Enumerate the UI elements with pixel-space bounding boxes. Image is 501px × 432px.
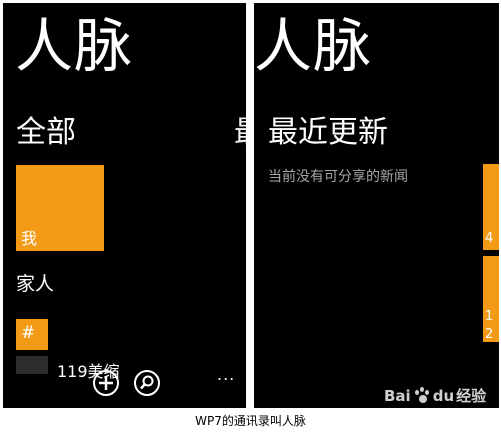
hash-tile-label: # — [21, 323, 36, 343]
peek-tile-bottom[interactable]: 1 2 — [483, 256, 499, 342]
add-button[interactable] — [93, 370, 119, 396]
me-tile-label: 我 — [21, 229, 38, 248]
section-title-all[interactable]: 全部 — [16, 107, 76, 151]
contact-avatar — [16, 356, 48, 374]
watermark-du: du — [432, 386, 455, 405]
next-section-peek[interactable]: 最 — [234, 107, 246, 151]
search-button[interactable] — [134, 370, 160, 396]
me-tile[interactable]: 我 — [16, 165, 104, 251]
watermark-bai: Bai — [384, 386, 411, 405]
jump-list-hash-tile[interactable]: # — [16, 319, 48, 350]
peek-tile-top[interactable]: 4 — [483, 164, 499, 250]
people-hub-whats-new-panel: 人脉 最近更新 当 当前没有可分享的新闻 4 1 2 — [254, 3, 499, 408]
hub-title: 人脉 — [254, 12, 373, 80]
hub-title: 人脉 — [15, 12, 134, 80]
paw-icon — [413, 386, 431, 405]
group-label-family[interactable]: 家人 — [16, 269, 54, 296]
section-title-whats-new[interactable]: 最近更新 — [268, 107, 388, 151]
plus-icon — [95, 374, 117, 392]
people-hub-all-panel: 人脉 全部 最 我 家人 # 119美缩 ... — [3, 3, 246, 408]
image-caption: WP7的通讯录叫人脉 — [195, 414, 306, 428]
baidu-jingyan-watermark: Bai du 经验 — [384, 385, 486, 406]
peek-tile-bottom-text: 1 2 — [485, 309, 494, 342]
search-icon — [136, 374, 158, 392]
peek-tile-top-text: 4 — [485, 231, 494, 246]
watermark-jingyan: 经验 — [456, 387, 487, 405]
empty-news-message: 当前没有可分享的新闻 — [268, 169, 408, 185]
more-options-button[interactable]: ... — [217, 365, 235, 384]
